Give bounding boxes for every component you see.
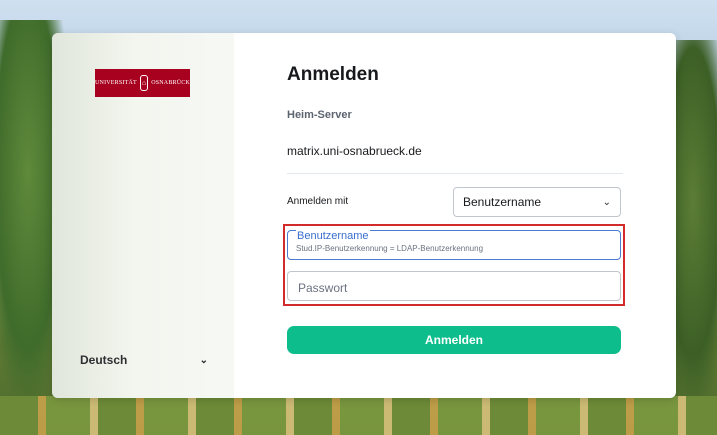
page-title: Anmelden	[287, 64, 379, 85]
divider	[287, 173, 623, 174]
login-form: Anmelden Heim-Server matrix.uni-osnabrue…	[283, 33, 676, 398]
chevron-down-icon: ⌄	[602, 196, 611, 208]
username-field[interactable]: Benutzername	[287, 230, 621, 260]
logo-text-left: UNIVERSITÄT	[95, 80, 137, 86]
logo-text-right: OSNABRÜCK	[151, 80, 190, 86]
login-method-select[interactable]: Benutzername ⌄	[453, 187, 621, 217]
password-field[interactable]	[287, 271, 621, 301]
seal-icon: ⌂	[139, 75, 149, 91]
password-input[interactable]	[296, 279, 616, 297]
login-method-value: Benutzername	[463, 195, 542, 209]
login-with-label: Anmelden mit	[287, 196, 349, 207]
language-label: Deutsch	[80, 353, 128, 367]
login-button[interactable]: Anmelden	[287, 326, 621, 354]
background-garden	[0, 396, 717, 435]
username-input[interactable]	[294, 240, 618, 256]
homeserver-value: matrix.uni-osnabrueck.de	[287, 144, 422, 158]
login-sidebar: UNIVERSITÄT ⌂ OSNABRÜCK Deutsch ⌄	[52, 33, 234, 398]
login-card: UNIVERSITÄT ⌂ OSNABRÜCK Deutsch ⌄ Anmeld…	[52, 33, 676, 398]
language-dropdown[interactable]: Deutsch ⌄	[80, 351, 208, 369]
university-logo: UNIVERSITÄT ⌂ OSNABRÜCK	[95, 69, 190, 97]
homeserver-label: Heim-Server	[287, 109, 352, 121]
chevron-down-icon: ⌄	[199, 354, 208, 366]
